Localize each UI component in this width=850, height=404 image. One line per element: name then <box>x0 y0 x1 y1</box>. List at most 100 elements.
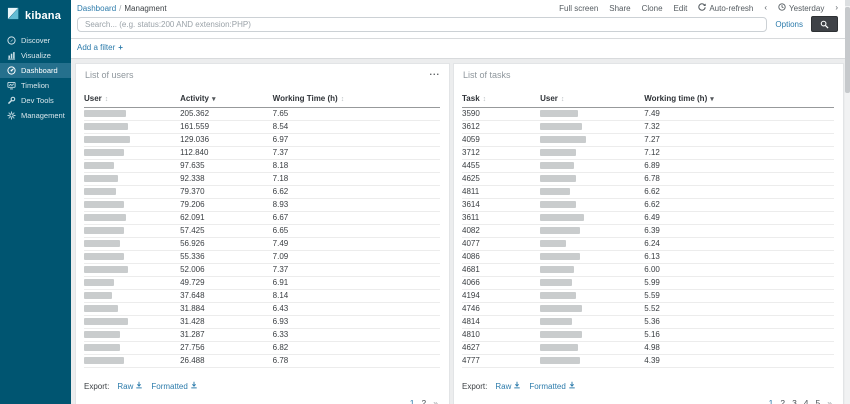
options-link[interactable]: Options <box>775 20 803 29</box>
user-table-row: 31.8846.43 <box>84 303 440 316</box>
full-screen-button[interactable]: Full screen <box>559 4 598 13</box>
redacted-username <box>540 214 584 221</box>
redacted-username <box>540 162 574 169</box>
redacted-username <box>540 344 578 351</box>
page-scrollbar[interactable] <box>845 0 850 404</box>
tasks-export-row: Export: Raw Formatted <box>454 368 843 391</box>
time-prev-button[interactable]: ‹ <box>764 4 767 12</box>
kibana-dashboard-app: kibana DiscoverVisualizeDashboardTimelio… <box>0 0 850 404</box>
redacted-username <box>84 279 114 286</box>
users-export-row: Export: Raw Formatted <box>76 368 449 391</box>
auto-refresh-button[interactable]: Auto-refresh <box>698 3 753 13</box>
column-header-working-time-h-[interactable]: Working time (h)▾ <box>644 92 834 108</box>
redacted-username <box>84 318 128 325</box>
export-formatted-link[interactable]: Formatted <box>529 381 575 391</box>
sort-toggle-icon: ↕ <box>105 96 109 103</box>
task-table-row: 46256.78 <box>462 173 834 186</box>
sort-desc-icon: ▾ <box>710 96 714 103</box>
user-table-row: 97.6358.18 <box>84 160 440 173</box>
page-3-link[interactable]: 3 <box>792 398 797 404</box>
user-table-row: 161.5598.54 <box>84 121 440 134</box>
top-navigation: Dashboard/Managment Full screen Share Cl… <box>71 0 850 39</box>
download-icon <box>568 381 576 391</box>
user-table-row: 79.2068.93 <box>84 199 440 212</box>
redacted-username <box>84 123 128 130</box>
kibana-logo[interactable]: kibana <box>0 0 71 33</box>
panel-menu-ellipsis-icon[interactable]: ... <box>429 70 440 75</box>
redacted-username <box>84 266 128 273</box>
task-table-row: 36127.32 <box>462 121 834 134</box>
sort-toggle-icon: ↕ <box>561 96 565 103</box>
export-raw-link[interactable]: Raw <box>117 381 143 391</box>
export-raw-link[interactable]: Raw <box>495 381 521 391</box>
user-table-row: 62.0916.67 <box>84 212 440 225</box>
column-header-task[interactable]: Task↕ <box>462 92 540 108</box>
sidebar-item-visualize[interactable]: Visualize <box>0 48 71 63</box>
user-table-row: 205.3627.65 <box>84 108 440 121</box>
time-picker-button[interactable]: Yesterday <box>778 3 824 13</box>
page-1-link[interactable]: 1 <box>410 398 415 404</box>
edit-button[interactable]: Edit <box>674 4 688 13</box>
page-1-link[interactable]: 1 <box>769 398 774 404</box>
search-icon <box>820 17 829 32</box>
panel-list-of-tasks: List of tasks Task↕User↕Working time (h)… <box>454 64 843 404</box>
breadcrumb-current: Managment <box>124 4 166 13</box>
redacted-username <box>540 240 566 247</box>
download-icon <box>135 381 143 391</box>
redacted-username <box>540 331 582 338</box>
sidebar-item-dev-tools[interactable]: Dev Tools <box>0 93 71 108</box>
column-header-working-time-h-[interactable]: Working Time (h)↕ <box>273 92 440 108</box>
sidebar-item-dashboard[interactable]: Dashboard <box>0 63 71 78</box>
export-label: Export: <box>462 382 487 391</box>
user-table-row: 55.3367.09 <box>84 251 440 264</box>
task-table-row: 40826.39 <box>462 225 834 238</box>
clone-button[interactable]: Clone <box>642 4 663 13</box>
redacted-username <box>84 214 126 221</box>
scrollbar-up-arrow[interactable] <box>845 0 850 6</box>
sidebar-item-timelion[interactable]: Timelion <box>0 78 71 93</box>
user-table-row: 37.6488.14 <box>84 290 440 303</box>
sidebar-item-management[interactable]: Management <box>0 108 71 123</box>
redacted-username <box>84 188 116 195</box>
breadcrumb-separator: / <box>119 4 121 13</box>
redacted-username <box>84 357 124 364</box>
redacted-username <box>540 175 576 182</box>
search-button[interactable] <box>811 16 838 32</box>
page-4-link[interactable]: 4 <box>804 398 809 404</box>
next-page-button[interactable]: » <box>433 398 438 404</box>
export-label: Export: <box>84 382 109 391</box>
task-table-row: 48116.62 <box>462 186 834 199</box>
time-next-button[interactable]: › <box>835 4 838 12</box>
user-table-row: 56.9267.49 <box>84 238 440 251</box>
page-2-link[interactable]: 2 <box>780 398 785 404</box>
user-table-row: 49.7296.91 <box>84 277 440 290</box>
panel-list-of-users: List of users ... User↕Activity▾Working … <box>76 64 449 404</box>
column-header-user[interactable]: User↕ <box>540 92 644 108</box>
redacted-username <box>540 188 570 195</box>
task-table-row: 37127.12 <box>462 147 834 160</box>
search-input[interactable] <box>77 17 767 32</box>
add-filter-plus-icon[interactable]: + <box>118 43 123 52</box>
page-5-link[interactable]: 5 <box>816 398 821 404</box>
breadcrumb-dashboard-link[interactable]: Dashboard <box>77 4 116 13</box>
task-table-row: 40665.99 <box>462 277 834 290</box>
redacted-username <box>84 175 118 182</box>
refresh-icon <box>698 3 706 13</box>
scrollbar-thumb[interactable] <box>845 7 850 93</box>
management-gear-icon <box>7 111 16 120</box>
column-header-user[interactable]: User↕ <box>84 92 180 108</box>
dashboard-gauge-icon <box>7 66 16 75</box>
panel-title-tasks: List of tasks <box>463 70 511 80</box>
redacted-username <box>84 227 124 234</box>
sidebar-item-discover[interactable]: Discover <box>0 33 71 48</box>
share-button[interactable]: Share <box>609 4 630 13</box>
page-2-link[interactable]: 2 <box>422 398 427 404</box>
sidebar-nav: DiscoverVisualizeDashboardTimelionDev To… <box>0 33 71 123</box>
redacted-username <box>540 305 582 312</box>
column-header-activity[interactable]: Activity▾ <box>180 92 273 108</box>
task-table-row: 36146.62 <box>462 199 834 212</box>
redacted-username <box>84 331 120 338</box>
add-filter-button[interactable]: Add a filter <box>77 43 115 52</box>
export-formatted-link[interactable]: Formatted <box>151 381 197 391</box>
next-page-button[interactable]: » <box>827 398 832 404</box>
